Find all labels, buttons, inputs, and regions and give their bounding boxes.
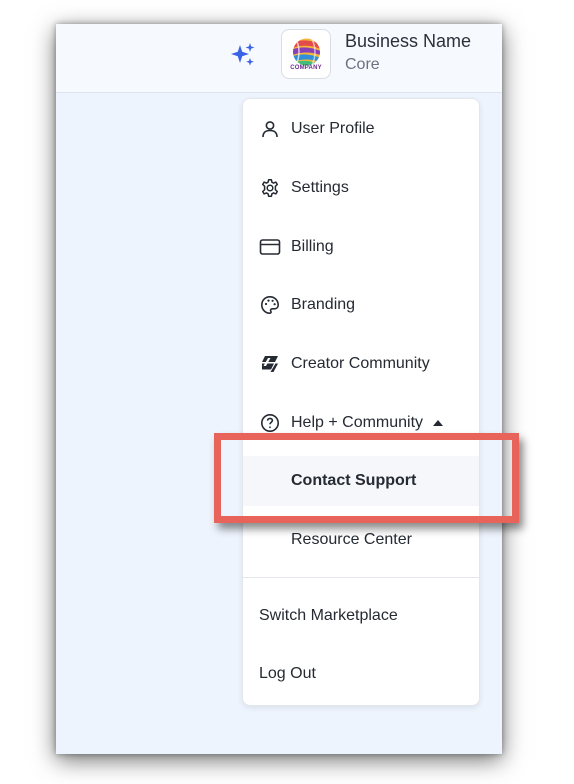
sparkle-icon[interactable] [230, 42, 256, 68]
menu-divider [243, 577, 479, 578]
menu-item-label: Creator Community [291, 355, 430, 372]
palette-icon [259, 294, 281, 316]
user-icon [259, 118, 281, 140]
menu-item-label: User Profile [291, 120, 375, 137]
menu-item-label: Billing [291, 238, 334, 255]
top-bar: COMPANY Business Name Core [56, 24, 502, 93]
account-dropdown-menu: User Profile Settings Billing Branding C… [242, 98, 480, 706]
menu-item-creator-community[interactable]: Creator Community [243, 339, 479, 389]
app-window: COMPANY Business Name Core User Profile … [56, 24, 502, 754]
chevron-up-icon [433, 420, 444, 426]
company-logo[interactable]: COMPANY [281, 29, 331, 79]
gear-icon [259, 177, 281, 199]
company-logo-icon [293, 38, 320, 66]
submenu-item-label: Resource Center [291, 531, 412, 548]
menu-item-label: Switch Marketplace [259, 607, 398, 624]
menu-item-branding[interactable]: Branding [243, 280, 479, 330]
menu-item-label: Log Out [259, 665, 316, 682]
plan-label: Core [345, 56, 380, 73]
business-name[interactable]: Business Name [345, 31, 471, 52]
menu-item-settings[interactable]: Settings [243, 163, 479, 213]
menu-item-label: Help + Community [291, 414, 424, 431]
help-circle-icon [259, 412, 281, 434]
credit-card-icon [259, 236, 281, 258]
menu-item-user-profile[interactable]: User Profile [243, 104, 479, 154]
menu-item-label: Branding [291, 296, 356, 313]
logo-wordmark: COMPANY [290, 65, 322, 71]
community-logo-icon [259, 353, 281, 375]
menu-item-label: Settings [291, 179, 349, 196]
menu-item-billing[interactable]: Billing [243, 222, 479, 272]
highlight-box [214, 433, 519, 523]
menu-item-switch-marketplace[interactable]: Switch Marketplace [243, 591, 479, 641]
menu-item-log-out[interactable]: Log Out [243, 649, 479, 699]
